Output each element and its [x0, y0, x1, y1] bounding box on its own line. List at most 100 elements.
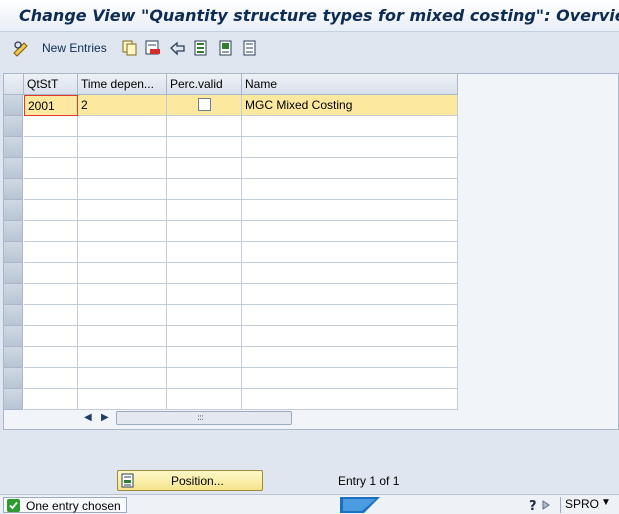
scroll-left-icon[interactable]: ◀	[84, 412, 92, 423]
time-dependent-cell[interactable]: 2	[78, 95, 167, 116]
empty-cell[interactable]	[242, 137, 458, 158]
table-row[interactable]	[4, 347, 458, 368]
scroll-track[interactable]: :::	[116, 411, 292, 425]
deselect-all-icon[interactable]	[243, 39, 259, 57]
table-row[interactable]	[4, 305, 458, 326]
empty-cell[interactable]	[242, 221, 458, 242]
undo-icon[interactable]	[169, 39, 187, 57]
empty-cell[interactable]	[167, 347, 242, 368]
table-row[interactable]	[4, 368, 458, 389]
empty-cell[interactable]	[242, 284, 458, 305]
empty-cell[interactable]	[242, 158, 458, 179]
empty-cell[interactable]	[167, 179, 242, 200]
table-row[interactable]	[4, 284, 458, 305]
table-row[interactable]	[4, 326, 458, 347]
row-selector[interactable]	[4, 368, 23, 389]
column-header-time-dependent[interactable]: Time depen...	[78, 74, 167, 95]
empty-cell[interactable]	[167, 137, 242, 158]
table-row[interactable]	[4, 158, 458, 179]
empty-cell[interactable]	[242, 200, 458, 221]
row-selector[interactable]	[4, 284, 23, 305]
scroll-right-icon[interactable]: ▶	[101, 412, 109, 423]
empty-cell[interactable]	[242, 179, 458, 200]
empty-cell[interactable]	[167, 284, 242, 305]
empty-cell[interactable]	[78, 137, 167, 158]
empty-cell[interactable]	[78, 221, 167, 242]
empty-cell[interactable]	[167, 200, 242, 221]
empty-cell[interactable]	[24, 284, 78, 305]
empty-cell[interactable]	[24, 221, 78, 242]
row-selector[interactable]	[4, 137, 23, 158]
row-selector[interactable]	[4, 179, 23, 200]
empty-cell[interactable]	[167, 305, 242, 326]
empty-cell[interactable]	[242, 389, 458, 410]
empty-cell[interactable]	[167, 326, 242, 347]
delete-icon[interactable]	[145, 39, 161, 57]
empty-cell[interactable]	[24, 368, 78, 389]
table-row[interactable]: 2001 2 MGC Mixed Costing	[4, 95, 458, 116]
empty-cell[interactable]	[78, 116, 167, 137]
row-selector[interactable]	[4, 221, 23, 242]
empty-cell[interactable]	[24, 263, 78, 284]
select-block-icon[interactable]	[219, 39, 235, 57]
empty-cell[interactable]	[78, 158, 167, 179]
empty-cell[interactable]	[78, 368, 167, 389]
column-header-qtstt[interactable]: QtStT	[24, 74, 78, 95]
empty-cell[interactable]	[24, 179, 78, 200]
row-selector[interactable]	[4, 95, 23, 116]
name-cell[interactable]: MGC Mixed Costing	[242, 95, 458, 116]
table-row[interactable]	[4, 179, 458, 200]
display-change-icon[interactable]	[12, 39, 32, 57]
select-all-icon[interactable]	[194, 39, 210, 57]
table-row[interactable]	[4, 137, 458, 158]
help-icon[interactable]: ?	[528, 497, 554, 514]
empty-cell[interactable]	[242, 305, 458, 326]
empty-cell[interactable]	[242, 347, 458, 368]
row-selector[interactable]	[4, 389, 23, 410]
empty-cell[interactable]	[242, 263, 458, 284]
empty-cell[interactable]	[24, 242, 78, 263]
table-row[interactable]	[4, 116, 458, 137]
empty-cell[interactable]	[78, 200, 167, 221]
row-selector[interactable]	[4, 116, 23, 137]
horizontal-scrollbar[interactable]: ◀ ▶ :::	[79, 410, 459, 428]
empty-cell[interactable]	[167, 389, 242, 410]
position-button[interactable]: Position...	[117, 470, 263, 491]
empty-cell[interactable]	[167, 158, 242, 179]
new-entries-button[interactable]: New Entries	[42, 41, 107, 55]
empty-cell[interactable]	[78, 242, 167, 263]
column-header-name[interactable]: Name	[242, 74, 458, 95]
empty-cell[interactable]	[78, 284, 167, 305]
row-selector[interactable]	[4, 326, 23, 347]
empty-cell[interactable]	[167, 221, 242, 242]
empty-cell[interactable]	[78, 326, 167, 347]
system-info[interactable]: SPRO ▼	[560, 497, 616, 513]
table-row[interactable]	[4, 242, 458, 263]
empty-cell[interactable]	[242, 116, 458, 137]
empty-cell[interactable]	[167, 242, 242, 263]
empty-cell[interactable]	[167, 368, 242, 389]
empty-cell[interactable]	[78, 389, 167, 410]
dropdown-icon[interactable]: ▼	[601, 497, 611, 508]
row-selector[interactable]	[4, 305, 23, 326]
scroll-grip-icon[interactable]: :::	[197, 413, 204, 423]
row-selector[interactable]	[4, 200, 23, 221]
empty-cell[interactable]	[24, 389, 78, 410]
empty-cell[interactable]	[78, 263, 167, 284]
table-row[interactable]	[4, 263, 458, 284]
empty-cell[interactable]	[242, 368, 458, 389]
row-selector[interactable]	[4, 263, 23, 284]
empty-cell[interactable]	[24, 137, 78, 158]
empty-cell[interactable]	[24, 158, 78, 179]
copy-icon[interactable]	[122, 39, 138, 57]
empty-cell[interactable]	[78, 347, 167, 368]
select-all-corner[interactable]	[4, 74, 24, 95]
table-row[interactable]	[4, 200, 458, 221]
row-selector[interactable]	[4, 347, 23, 368]
row-selector[interactable]	[4, 242, 23, 263]
empty-cell[interactable]	[24, 347, 78, 368]
table-row[interactable]	[4, 389, 458, 410]
empty-cell[interactable]	[167, 263, 242, 284]
empty-cell[interactable]	[24, 305, 78, 326]
empty-cell[interactable]	[242, 242, 458, 263]
